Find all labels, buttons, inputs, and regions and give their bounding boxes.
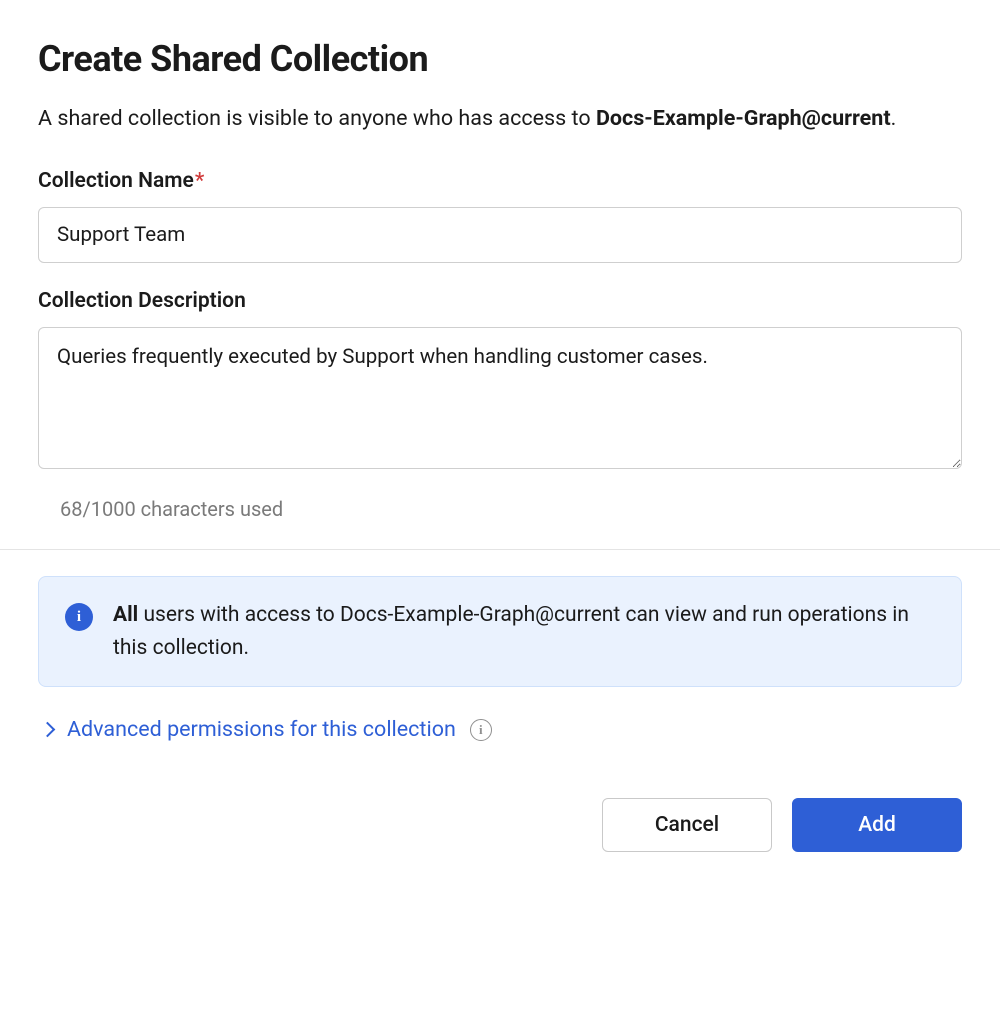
character-count: 68/1000 characters used — [60, 497, 962, 521]
dialog-subtitle: A shared collection is visible to anyone… — [38, 102, 962, 135]
advanced-permissions-label: Advanced permissions for this collection — [67, 717, 456, 742]
collection-description-input[interactable]: Queries frequently executed by Support w… — [38, 327, 962, 469]
info-rest: users with access to Docs-Example-Graph@… — [113, 603, 909, 660]
help-icon[interactable]: i — [470, 719, 492, 741]
info-icon: i — [65, 603, 93, 631]
collection-name-input[interactable] — [38, 207, 962, 263]
collection-name-field: Collection Name* — [38, 169, 962, 263]
subtitle-text-post: . — [891, 106, 897, 131]
dialog-title: Create Shared Collection — [38, 38, 962, 80]
section-divider — [0, 549, 1000, 550]
collection-description-label: Collection Description — [38, 289, 962, 313]
collection-name-label: Collection Name* — [38, 169, 962, 193]
advanced-permissions-toggle[interactable]: Advanced permissions for this collection… — [38, 717, 962, 742]
info-banner-text: All users with access to Docs-Example-Gr… — [113, 599, 935, 664]
permissions-info-banner: i All users with access to Docs-Example-… — [38, 576, 962, 687]
chevron-right-icon — [40, 722, 56, 738]
info-bold: All — [113, 603, 138, 627]
subtitle-graph-name: Docs-Example-Graph@current — [596, 106, 891, 131]
required-asterisk: * — [195, 169, 204, 193]
dialog-button-row: Cancel Add — [38, 798, 962, 852]
collection-description-field: Collection Description Queries frequentl… — [38, 289, 962, 521]
add-button[interactable]: Add — [792, 798, 962, 852]
collection-name-label-text: Collection Name — [38, 169, 194, 193]
subtitle-text-pre: A shared collection is visible to anyone… — [38, 106, 596, 131]
cancel-button[interactable]: Cancel — [602, 798, 772, 852]
